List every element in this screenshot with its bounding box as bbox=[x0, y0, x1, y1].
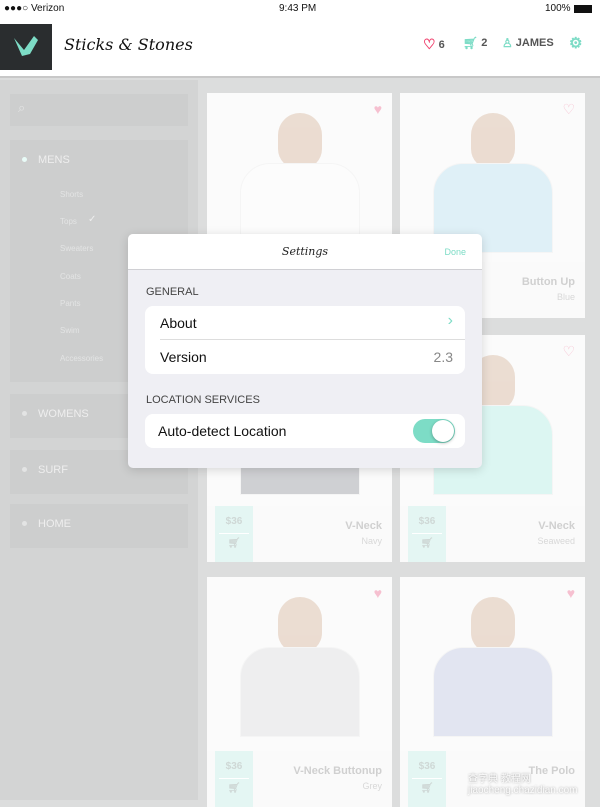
watermark: 查字典 教程网 jiaocheng.chazidian.com bbox=[468, 774, 578, 796]
sub-item-swim[interactable]: Swim bbox=[60, 326, 80, 335]
done-button[interactable]: Done bbox=[444, 247, 466, 257]
about-row[interactable]: About › bbox=[160, 306, 465, 340]
cart-count: 2 bbox=[481, 37, 488, 49]
user-button[interactable]: ♙ JAMES bbox=[502, 36, 554, 50]
price-cart-button[interactable]: $36 🛒︎ bbox=[408, 751, 446, 807]
product-photo bbox=[432, 597, 553, 737]
search-input[interactable]: ⌕ bbox=[10, 94, 188, 126]
version-label: Version bbox=[160, 349, 207, 365]
status-bar: ●●●○ Verizon 9:43 PM 100% bbox=[0, 0, 600, 20]
bullet-icon bbox=[22, 467, 27, 472]
cart-icon: 🛒︎ bbox=[227, 783, 241, 794]
cart-icon: 🛒︎ bbox=[227, 538, 241, 549]
product-card[interactable]: ♥ $36 🛒︎ V-Neck Buttonup Grey bbox=[207, 577, 392, 807]
favorites-button[interactable]: ♡ 6 bbox=[423, 36, 445, 53]
popover-title: Settings bbox=[281, 245, 329, 258]
cart-icon: 🛒︎ bbox=[420, 783, 434, 794]
sub-item-coats[interactable]: Coats bbox=[60, 272, 81, 281]
bullet-icon bbox=[22, 411, 27, 416]
app-header: Sticks & Stones ♡ 6 🛒︎ 2 ♙ JAMES ⚙ bbox=[0, 20, 600, 78]
heart-filled-icon[interactable]: ♥ bbox=[567, 585, 575, 601]
section-header-general: GENERAL bbox=[146, 286, 199, 298]
general-group: About › Version 2.3 bbox=[145, 306, 465, 374]
settings-popover: Settings Done GENERAL About › Version 2.3 … bbox=[128, 234, 482, 468]
price-cart-button[interactable]: $36 🛒︎ bbox=[215, 751, 253, 807]
battery-icon bbox=[574, 5, 592, 13]
battery-percent: 100% bbox=[545, 3, 571, 14]
category-label: WOMENS bbox=[38, 408, 89, 420]
cart-icon: 🛒︎ bbox=[420, 538, 434, 549]
gear-icon[interactable]: ⚙ bbox=[569, 34, 582, 52]
product-footer: $36 🛒︎ V-Neck Buttonup Grey bbox=[207, 751, 392, 807]
product-photo bbox=[432, 113, 553, 253]
product-color: Seaweed bbox=[537, 536, 575, 546]
product-color: Blue bbox=[556, 292, 575, 302]
search-icon: ⌕ bbox=[18, 100, 26, 115]
category-label: MENS bbox=[38, 154, 70, 166]
version-value: 2.3 bbox=[433, 349, 453, 365]
logo[interactable] bbox=[0, 24, 52, 70]
cart-icon: 🛒︎ bbox=[463, 36, 479, 50]
version-row: Version 2.3 bbox=[145, 340, 465, 374]
favorites-count: 6 bbox=[438, 38, 445, 51]
sub-item-pants[interactable]: Pants bbox=[60, 299, 80, 308]
sub-item-sweaters[interactable]: Sweaters bbox=[60, 244, 93, 253]
category-label: HOME bbox=[38, 518, 71, 530]
price: $36 bbox=[225, 761, 243, 772]
location-group: Auto-detect Location bbox=[145, 414, 465, 448]
brand-name: Sticks & Stones bbox=[64, 35, 193, 54]
cart-button[interactable]: 🛒︎ 2 bbox=[463, 36, 487, 50]
price: $36 bbox=[418, 516, 436, 527]
product-name: V-Neck bbox=[345, 520, 382, 532]
check-icon: ✓ bbox=[88, 214, 97, 225]
product-footer: $36 🛒︎ V-Neck Navy bbox=[207, 506, 392, 562]
auto-detect-row: Auto-detect Location bbox=[145, 414, 465, 448]
product-name: Button Up bbox=[521, 276, 575, 288]
chevron-right-icon: › bbox=[447, 312, 453, 329]
product-photo bbox=[239, 113, 360, 253]
product-name: V-Neck bbox=[538, 520, 575, 532]
product-name: V-Neck Buttonup bbox=[293, 765, 382, 777]
product-color: Grey bbox=[362, 781, 382, 791]
sidebar-item-home[interactable]: HOME bbox=[10, 504, 188, 548]
heart-icon[interactable]: ♡ bbox=[562, 101, 575, 118]
price-cart-button[interactable]: $36 🛒︎ bbox=[408, 506, 446, 562]
bullet-icon bbox=[22, 157, 27, 162]
about-label: About bbox=[160, 315, 197, 331]
sub-item-shorts[interactable]: Shorts bbox=[60, 190, 83, 199]
user-name: JAMES bbox=[515, 37, 554, 49]
bullet-icon bbox=[22, 521, 27, 526]
section-header-location: LOCATION SERVICES bbox=[146, 394, 260, 406]
price-cart-button[interactable]: $36 🛒︎ bbox=[215, 506, 253, 562]
popover-nav-bar: Settings Done bbox=[128, 234, 482, 270]
user-icon: ♙ bbox=[502, 36, 513, 50]
heart-icon[interactable]: ♡ bbox=[562, 343, 575, 360]
auto-detect-toggle[interactable] bbox=[413, 419, 455, 443]
auto-detect-label: Auto-detect Location bbox=[158, 423, 287, 439]
toggle-knob bbox=[432, 420, 454, 442]
price: $36 bbox=[418, 761, 436, 772]
product-footer: $36 🛒︎ V-Neck Seaweed bbox=[400, 506, 585, 562]
carrier: ●●●○ Verizon bbox=[4, 3, 65, 14]
product-photo bbox=[239, 597, 360, 737]
sub-item-tops[interactable]: Tops bbox=[60, 217, 77, 226]
bird-icon bbox=[14, 36, 38, 56]
heart-filled-icon[interactable]: ♥ bbox=[374, 101, 382, 117]
product-color: Navy bbox=[361, 536, 382, 546]
clock: 9:43 PM bbox=[279, 3, 317, 14]
category-label: SURF bbox=[38, 464, 68, 476]
heart-icon: ♡ bbox=[423, 36, 436, 52]
price: $36 bbox=[225, 516, 243, 527]
heart-filled-icon[interactable]: ♥ bbox=[374, 585, 382, 601]
sub-item-accessories[interactable]: Accessories bbox=[60, 354, 103, 363]
